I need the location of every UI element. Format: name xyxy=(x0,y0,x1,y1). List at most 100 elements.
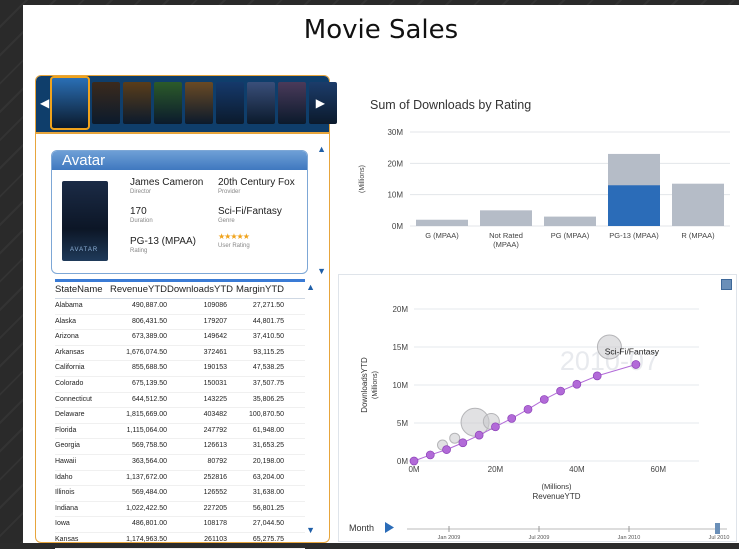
table-cell: 252816 xyxy=(203,473,227,481)
table-cell: Colorado xyxy=(55,379,84,387)
col-header-statename[interactable]: StateName xyxy=(55,282,105,298)
table-row[interactable]: Arkansas 1,676,074.50 372461 93,115.25 xyxy=(55,346,305,362)
bar-mark xyxy=(672,183,724,226)
table-cell: 569,484.00 xyxy=(131,489,167,497)
table-row[interactable]: Iowa 486,801.00 108178 27,044.50 xyxy=(55,517,305,533)
timeline-tick-label: Jan 2009 xyxy=(438,535,461,541)
month-label: Month xyxy=(349,523,374,533)
table-cell: Alaska xyxy=(55,317,77,325)
table-cell: Connecticut xyxy=(55,395,92,403)
revenue-vs-downloads-chart: 0M 5M 10M 15M 20M 0M 20M 40M 60M 2010-07 Downloads… xyxy=(338,274,737,542)
table-cell: Indiana xyxy=(55,504,78,512)
table-row[interactable]: Alaska 806,431.50 179207 44,801.75 xyxy=(55,315,305,331)
scatter-chart-svg: 0M5M10M15M20M0M 20M 40M 60M2010-07Downloads… xyxy=(349,305,729,541)
table-cell: 108178 xyxy=(203,520,227,528)
duration-value: 170 xyxy=(130,206,147,217)
user-rating-label: User Rating xyxy=(218,243,250,249)
trail-point xyxy=(458,438,468,448)
table-row[interactable]: Connecticut 644,512.50 143225 35,806.25 xyxy=(55,393,305,409)
table-cell: Arkansas xyxy=(55,348,85,356)
bar-mark xyxy=(480,210,532,226)
trail-point xyxy=(572,379,582,389)
panel-scroll-down-icon[interactable]: ▼ xyxy=(317,266,326,276)
table-row[interactable]: Delaware 1,815,669.00 403482 100,870.50 xyxy=(55,408,305,424)
expand-icon[interactable] xyxy=(721,279,732,290)
table-row[interactable]: Alabama 490,887.00 109086 27,271.50 xyxy=(55,299,305,315)
timeline-tick-label: Jan 2010 xyxy=(618,535,641,541)
table-row[interactable]: Indiana 1,022,422.50 227205 56,801.25 xyxy=(55,502,305,518)
table-cell: 100,870.50 xyxy=(248,411,284,419)
table-cell: 109086 xyxy=(203,302,227,309)
col-header-downloads[interactable]: DownloadsYTD xyxy=(167,282,233,298)
table-row[interactable]: Arizona 673,389.00 149642 37,410.50 xyxy=(55,330,305,346)
table-cell: Georgia xyxy=(55,442,80,450)
table-cell: 126613 xyxy=(203,442,227,450)
table-cell: 855,688.50 xyxy=(131,364,167,372)
table-cell: 37,507.75 xyxy=(252,379,284,387)
filmstrip-thumbnail[interactable] xyxy=(185,82,213,124)
table-cell: 149642 xyxy=(203,333,227,341)
table-cell: 31,653.25 xyxy=(252,442,284,450)
table-cell: 61,948.00 xyxy=(252,426,284,434)
timeline-thumb[interactable] xyxy=(715,523,720,534)
table-row[interactable]: Georgia 569,758.50 126613 31,653.25 xyxy=(55,439,305,455)
provider-field: 20th Century Fox Provider xyxy=(218,177,295,195)
table-cell: 1,815,669.00 xyxy=(126,411,167,419)
filmstrip-thumbnail[interactable] xyxy=(154,82,182,124)
filmstrip-prev-icon[interactable]: ◀ xyxy=(40,96,49,110)
director-label: Director xyxy=(130,189,152,195)
scatter-x-tick-label: 40M xyxy=(569,465,585,474)
table-cell: 806,431.50 xyxy=(131,317,167,325)
table-row[interactable]: California 855,688.50 190153 47,538.25 xyxy=(55,361,305,377)
table-cell: Illinois xyxy=(55,489,75,497)
table-cell: 143225 xyxy=(203,395,227,403)
table-cell: 1,115,064.00 xyxy=(126,426,167,434)
filmstrip-thumbnail[interactable] xyxy=(123,82,151,124)
table-cell: 363,564.00 xyxy=(131,457,167,465)
table-cell: 1,676,074.50 xyxy=(126,348,167,356)
table-row[interactable]: Florida 1,115,064.00 247792 61,948.00 xyxy=(55,424,305,440)
table-cell: Iowa xyxy=(55,520,70,528)
col-header-revenue[interactable]: RevenueYTD xyxy=(105,282,167,298)
timeline-tick-label: Jul 2009 xyxy=(529,535,550,541)
bar-x-tick-label: (MPAA) xyxy=(493,240,519,249)
table-row[interactable]: Idaho 1,137,672.00 252816 63,204.00 xyxy=(55,471,305,487)
user-rating-field: ★★★★★ User Rating xyxy=(218,231,250,249)
table-scroll-down-icon[interactable]: ▼ xyxy=(306,525,315,535)
filmstrip-thumbnail[interactable] xyxy=(247,82,275,124)
table-row[interactable]: Colorado 675,139.50 150031 37,507.75 xyxy=(55,377,305,393)
scatter-x-axis-units: (Millions) xyxy=(542,482,573,491)
table-scroll-up-icon[interactable]: ▲ xyxy=(306,282,315,292)
table-cell: 80792 xyxy=(207,457,227,465)
filmstrip-thumbnail[interactable] xyxy=(216,82,244,124)
table-cell: Kansas xyxy=(55,535,79,543)
provider-value: 20th Century Fox xyxy=(218,177,295,188)
table-cell: 35,806.25 xyxy=(252,395,284,403)
table-cell: 27,044.50 xyxy=(252,520,284,528)
table-cell: 403482 xyxy=(203,411,227,419)
trail-point xyxy=(491,422,500,432)
filmstrip-next-icon[interactable]: ▶ xyxy=(316,96,325,110)
col-header-margin[interactable]: MarginYTD xyxy=(227,282,284,298)
table-cell: 65,275.75 xyxy=(252,535,284,543)
table-row[interactable]: Illinois 569,484.00 126552 31,638.00 xyxy=(55,486,305,502)
filmstrip-thumbnail[interactable] xyxy=(50,76,90,130)
table-cell: California xyxy=(55,364,85,372)
movie-detail-card: Avatar AVATAR James Cameron Director 20t… xyxy=(51,150,308,274)
table-cell: 150031 xyxy=(203,379,227,387)
filmstrip-thumbnail[interactable] xyxy=(92,82,120,124)
trail-point xyxy=(592,371,602,381)
table-row[interactable]: Kansas 1,174,963.50 261103 65,275.75 xyxy=(55,533,305,549)
provider-label: Provider xyxy=(218,189,241,195)
filmstrip-thumbnail[interactable] xyxy=(278,82,306,124)
bar-mark xyxy=(416,219,468,226)
trail-point xyxy=(507,414,517,423)
downloads-by-rating-chart: Sum of Downloads by Rating 0M 10M 20M 30M (M… xyxy=(340,93,735,273)
table-row[interactable]: Hawaii 363,564.00 80792 20,198.00 xyxy=(55,455,305,471)
movie-title: Avatar xyxy=(52,151,307,170)
movie-filmstrip[interactable]: ◀ ▶ xyxy=(36,76,337,134)
movie-panel: ◀ ▶ ▲ ▼ Avatar AVATAR James Cameron Dire… xyxy=(35,75,337,549)
table-cell: Delaware xyxy=(55,411,85,419)
panel-scroll-up-icon[interactable]: ▲ xyxy=(317,144,326,154)
trail-point xyxy=(631,360,641,369)
